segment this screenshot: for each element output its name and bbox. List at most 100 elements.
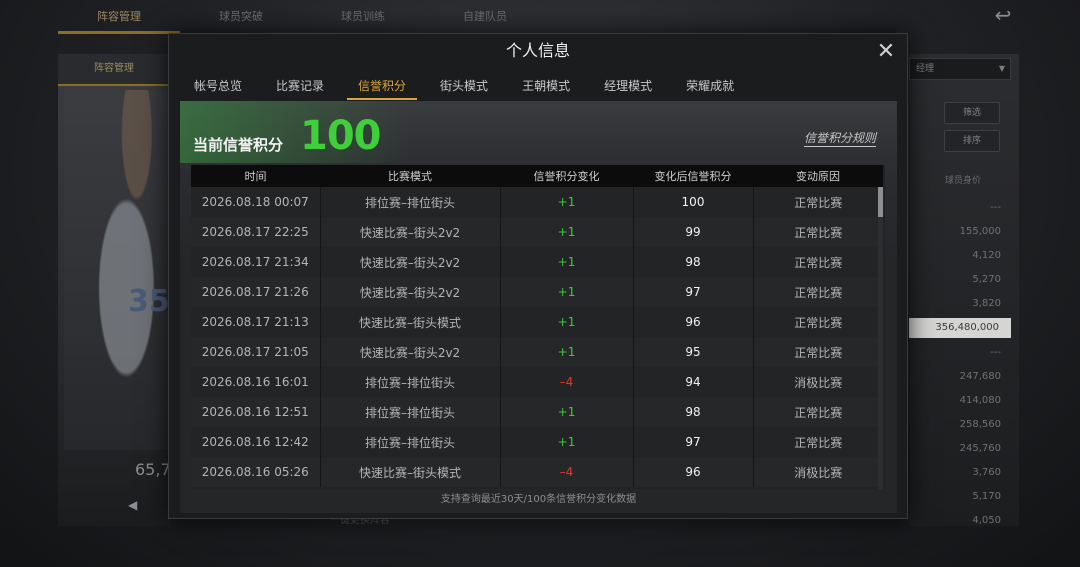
bg-number-highlight: 356,480,000 <box>909 318 1011 338</box>
cell-time: 2026.08.17 21:34 <box>191 247 320 277</box>
cell-time: 2026.08.17 22:25 <box>191 217 320 247</box>
bg-number: 5,170 <box>972 491 1001 502</box>
cell-mode: 排位赛–排位街头 <box>319 397 500 427</box>
bg-number: 258,560 <box>959 419 1001 430</box>
personal-info-modal: 个人信息 ✕ 帐号总览 比赛记录 信誉积分 街头模式 王朝模式 经理模式 荣耀成… <box>168 33 908 519</box>
table-row: 2026.08.17 21:13 快速比赛–街头模式 +1 96 正常比赛 <box>191 307 883 337</box>
bg-left-arrow-icon: ◀ <box>128 498 138 512</box>
modal-title: 个人信息 <box>505 41 570 60</box>
cell-reason: 正常比赛 <box>752 217 883 247</box>
cell-delta: +1 <box>499 307 633 337</box>
cell-delta: +1 <box>499 337 633 367</box>
bg-number: 4,120 <box>972 250 1001 261</box>
cell-after: 98 <box>632 397 753 427</box>
cell-mode: 快速比赛–街头模式 <box>319 307 500 337</box>
cell-delta: +1 <box>499 217 633 247</box>
bg-caption: 球员身价 <box>945 176 982 186</box>
tab-dynasty-mode[interactable]: 王朝模式 <box>511 74 581 100</box>
cell-reason: 正常比赛 <box>752 277 883 307</box>
cell-time: 2026.08.17 21:26 <box>191 277 320 307</box>
cell-after: 97 <box>632 427 753 457</box>
bg-filter-button: 筛选 <box>944 102 1000 124</box>
credit-score-panel: 当前信誉积分 100 信誉积分规则 时间 比赛模式 信誉积分变化 变化后信誉积分… <box>180 101 897 513</box>
tab-account-overview[interactable]: 帐号总览 <box>183 74 253 100</box>
table-row: 2026.08.18 00:07 排位赛–排位街头 +1 100 正常比赛 <box>191 187 883 217</box>
cell-mode: 排位赛–排位街头 <box>319 427 500 457</box>
bg-sort-button: 排序 <box>944 130 1000 152</box>
cell-time: 2026.08.17 21:13 <box>191 307 320 337</box>
cell-reason: 正常比赛 <box>752 397 883 427</box>
cell-reason: 消极比赛 <box>752 457 883 487</box>
cell-time: 2026.08.16 12:42 <box>191 427 320 457</box>
cell-mode: 快速比赛–街头模式 <box>319 457 500 487</box>
bg-tab-breakthrough: 球员突破 <box>219 10 263 23</box>
cell-delta: –4 <box>499 367 633 397</box>
tab-credit-score[interactable]: 信誉积分 <box>347 74 418 100</box>
bg-select-value: 经理 <box>916 64 935 74</box>
cell-reason: 正常比赛 <box>752 427 883 457</box>
cell-mode: 快速比赛–街头2v2 <box>319 247 500 277</box>
bg-number: 4,050 <box>972 515 1001 526</box>
cell-after: 98 <box>632 247 753 277</box>
bg-number: 3,820 <box>972 298 1001 309</box>
cell-time: 2026.08.16 16:01 <box>191 367 320 397</box>
tab-manager-mode[interactable]: 经理模式 <box>593 74 663 100</box>
table-row: 2026.08.17 21:34 快速比赛–街头2v2 +1 98 正常比赛 <box>191 247 883 277</box>
tab-street-mode[interactable]: 街头模式 <box>429 74 499 100</box>
bg-player-image <box>64 90 168 450</box>
cell-delta: +1 <box>499 427 633 457</box>
cell-mode: 快速比赛–街头2v2 <box>319 337 500 367</box>
modal-tabs: 帐号总览 比赛记录 信誉积分 街头模式 王朝模式 经理模式 荣耀成就 <box>183 74 757 100</box>
header-after: 变化后信誉积分 <box>633 165 753 187</box>
table-row: 2026.08.17 22:25 快速比赛–街头2v2 +1 99 正常比赛 <box>191 217 883 247</box>
bg-number: 3,760 <box>972 467 1001 478</box>
scrollbar-thumb[interactable] <box>878 187 883 217</box>
bg-number: 155,000 <box>959 226 1001 237</box>
table-header-row: 时间 比赛模式 信誉积分变化 变化后信誉积分 变动原因 <box>191 165 883 187</box>
table-row: 2026.08.16 16:01 排位赛–排位街头 –4 94 消极比赛 <box>191 367 883 397</box>
score-value: 100 <box>300 113 381 159</box>
cell-reason: 正常比赛 <box>752 307 883 337</box>
cell-reason: 消极比赛 <box>752 367 883 397</box>
table-scrollbar[interactable] <box>878 187 883 489</box>
cell-after: 100 <box>632 187 753 217</box>
table-row: 2026.08.16 12:42 排位赛–排位街头 +1 97 正常比赛 <box>191 427 883 457</box>
cell-time: 2026.08.18 00:07 <box>191 187 320 217</box>
bg-select: 经理 ▼ <box>909 58 1011 80</box>
table-row: 2026.08.17 21:05 快速比赛–街头2v2 +1 95 正常比赛 <box>191 337 883 367</box>
bg-tab-training: 球员训练 <box>341 10 385 23</box>
cell-mode: 排位赛–排位街头 <box>319 367 500 397</box>
credit-rules-link[interactable]: 信誉积分规则 <box>804 131 877 147</box>
cell-after: 99 <box>632 217 753 247</box>
bg-number: --- <box>990 202 1001 213</box>
chevron-down-icon: ▼ <box>998 64 1005 73</box>
query-footnote: 支持查询最近30天/100条信誉积分变化数据 <box>440 494 637 505</box>
cell-delta: +1 <box>499 397 633 427</box>
tab-match-record[interactable]: 比赛记录 <box>265 74 335 100</box>
cell-after: 94 <box>632 367 753 397</box>
cell-mode: 快速比赛–街头2v2 <box>319 277 500 307</box>
cell-delta: –4 <box>499 457 633 487</box>
background-tabs: 阵容管理 球员突破 球员训练 自建队员 <box>58 4 546 34</box>
header-time: 时间 <box>191 165 320 187</box>
bg-player-number: 35 <box>128 284 170 319</box>
bg-number: 247,680 <box>959 371 1001 382</box>
cell-mode: 快速比赛–街头2v2 <box>319 217 500 247</box>
bg-number: 414,080 <box>959 395 1001 406</box>
cell-reason: 正常比赛 <box>752 337 883 367</box>
bg-player-ovr: 65,7 <box>135 460 171 479</box>
cell-reason: 正常比赛 <box>752 247 883 277</box>
cell-time: 2026.08.16 05:26 <box>191 457 320 487</box>
tab-honor-achievements[interactable]: 荣耀成就 <box>675 74 745 100</box>
close-icon[interactable]: ✕ <box>874 40 898 64</box>
header-delta: 信誉积分变化 <box>500 165 633 187</box>
cell-after: 96 <box>632 457 753 487</box>
table-row: 2026.08.16 05:26 快速比赛–街头模式 –4 96 消极比赛 <box>191 457 883 487</box>
cell-delta: +1 <box>499 187 633 217</box>
table-row: 2026.08.16 12:51 排位赛–排位街头 +1 98 正常比赛 <box>191 397 883 427</box>
cell-time: 2026.08.16 12:51 <box>191 397 320 427</box>
cell-after: 95 <box>632 337 753 367</box>
credit-history-table: 时间 比赛模式 信誉积分变化 变化后信誉积分 变动原因 2026.08.18 0… <box>191 165 885 489</box>
bg-tab-lineup: 阵容管理 <box>58 4 180 34</box>
bg-number: --- <box>990 347 1001 358</box>
